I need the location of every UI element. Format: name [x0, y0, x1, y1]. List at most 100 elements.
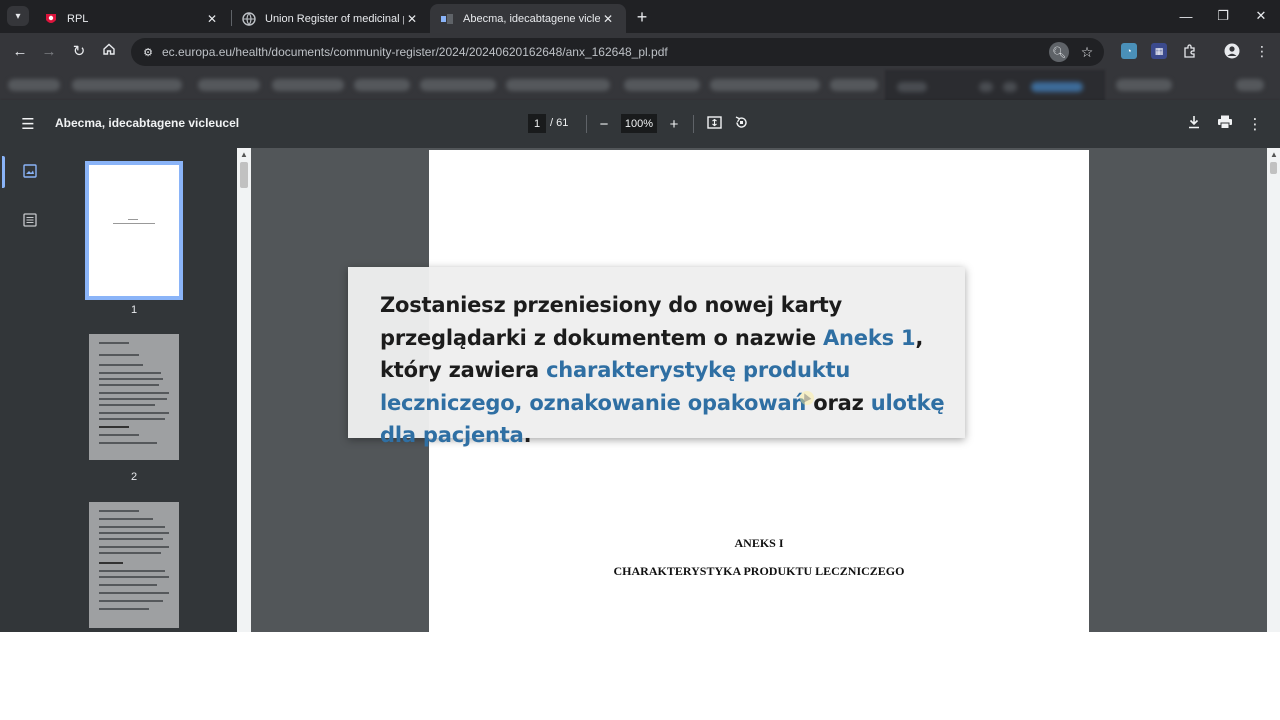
thumbnail-page-number: 2: [130, 471, 138, 483]
close-icon[interactable]: ✕: [600, 11, 616, 27]
restore-icon: ❐: [1217, 8, 1229, 23]
page-thumbnail-2[interactable]: [89, 334, 179, 460]
close-window-button[interactable]: ✕: [1251, 6, 1271, 26]
sidebar-toggle-button[interactable]: ☰: [18, 114, 38, 134]
profile-avatar-icon[interactable]: [1222, 41, 1242, 61]
mouse-cursor: [800, 391, 814, 405]
tab-rpl[interactable]: RPL ✕: [34, 4, 230, 33]
zoom-level-input[interactable]: 100%: [621, 114, 657, 133]
image-icon: [23, 163, 37, 181]
bookmark-item[interactable]: [710, 79, 820, 91]
tab-title: Abecma, idecabtagene vicleucel: [463, 12, 600, 25]
forward-button[interactable]: →: [39, 41, 59, 61]
extension-icon[interactable]: ▦: [1151, 43, 1167, 59]
toolbar-divider: [586, 115, 587, 133]
new-tab-button[interactable]: +: [632, 7, 652, 27]
pdf-sidebar-rail: [0, 148, 60, 632]
eagle-emblem-icon: [44, 12, 58, 26]
bookmark-item[interactable]: [198, 79, 260, 91]
caption-highlight-annex: Aneks 1: [822, 325, 916, 350]
scrollbar-thumb[interactable]: [1270, 162, 1277, 174]
bookmark-item[interactable]: [72, 79, 182, 91]
zoom-icon[interactable]: 🔍︎: [1049, 42, 1069, 62]
bookmark-item[interactable]: [1116, 79, 1172, 91]
zoom-out-button[interactable]: −: [594, 114, 614, 134]
thumbnail-page-number: 1: [130, 304, 138, 316]
print-icon: [1217, 115, 1233, 133]
print-button[interactable]: [1215, 114, 1235, 134]
hamburger-menu-icon: ☰: [21, 116, 35, 133]
main-scrollbar[interactable]: ▲: [1267, 148, 1280, 632]
bookmark-item[interactable]: [354, 79, 410, 91]
close-icon[interactable]: ✕: [204, 11, 220, 27]
outline-list-icon: [23, 212, 37, 230]
bookmark-item[interactable]: [624, 79, 700, 91]
close-icon[interactable]: ✕: [404, 11, 420, 27]
address-bar[interactable]: ⚙ ec.europa.eu/health/documents/communit…: [131, 38, 1104, 66]
caption-text: Zostaniesz przeniesiony do nowej karty p…: [380, 289, 965, 452]
bookmark-item[interactable]: [420, 79, 496, 91]
home-icon: [102, 42, 116, 60]
pdf-toolbar: ☰ Abecma, idecabtagene vicleucel 1 / 61 …: [0, 100, 1280, 148]
thumbnail-scrollbar[interactable]: ▲: [237, 148, 251, 632]
url-text: ec.europa.eu/health/documents/community-…: [162, 45, 668, 59]
tab-abecma-pdf[interactable]: Abecma, idecabtagene vicleucel ✕: [430, 4, 626, 33]
minimize-icon: —: [1179, 8, 1193, 24]
fit-to-page-icon: [706, 115, 722, 133]
download-button[interactable]: [1184, 114, 1204, 134]
toolbar-divider: [693, 115, 694, 133]
close-icon: ✕: [1255, 8, 1267, 23]
scroll-up-arrow-icon[interactable]: ▲: [240, 150, 248, 159]
instruction-caption: Zostaniesz przeniesiony do nowej karty p…: [348, 267, 965, 447]
menu-kebab-icon[interactable]: ⋮: [1252, 41, 1272, 61]
thumbnail-panel: 1 2: [60, 148, 237, 632]
tab-strip: ▾ RPL ✕ Union Register of medicinal prod…: [0, 0, 1280, 33]
bookmark-item[interactable]: [8, 79, 60, 91]
thumbnails-view-button[interactable]: [20, 162, 40, 182]
restore-button[interactable]: ❐: [1213, 6, 1233, 26]
tab-union-register[interactable]: Union Register of medicinal products ✕: [232, 4, 430, 33]
site-info-icon[interactable]: ⚙: [140, 44, 156, 60]
more-options-button[interactable]: ⋮: [1245, 114, 1265, 134]
fit-page-button[interactable]: [704, 114, 724, 134]
plus-icon: +: [636, 6, 648, 27]
download-icon: [1187, 115, 1201, 133]
minus-icon: −: [599, 115, 609, 133]
bookmark-item[interactable]: [272, 79, 344, 91]
caption-text-part: .: [523, 423, 532, 447]
page-thumbnail-3[interactable]: [89, 502, 179, 628]
tab-title: RPL: [67, 12, 89, 25]
zoom-in-button[interactable]: +: [664, 114, 684, 134]
back-button[interactable]: ←: [10, 41, 30, 61]
page-thumbnail-1[interactable]: [85, 161, 183, 300]
outline-view-button[interactable]: [20, 211, 40, 231]
bookmark-item[interactable]: [1236, 79, 1264, 91]
chevron-down-icon: ▾: [15, 10, 21, 22]
globe-icon: [242, 11, 256, 26]
tab-title: Union Register of medicinal products: [265, 12, 404, 25]
pdf-icon: [440, 12, 454, 26]
page-subheading: CHARAKTERYSTYKA PRODUKTU LECZNICZEGO: [613, 564, 905, 578]
rotate-icon: [734, 115, 749, 134]
page-number-input[interactable]: 1: [528, 114, 546, 133]
star-icon[interactable]: ☆: [1077, 42, 1097, 62]
caption-text-part: oraz: [806, 390, 871, 415]
home-button[interactable]: [99, 41, 119, 61]
reload-button[interactable]: ↻: [69, 41, 89, 61]
extension-clock-icon[interactable]: ◔: [1121, 43, 1137, 59]
plus-icon: +: [669, 115, 679, 133]
arrow-right-icon: →: [41, 42, 57, 60]
document-title: Abecma, idecabtagene vicleucel: [55, 116, 240, 130]
menu-kebab-icon: ⋮: [1247, 116, 1263, 133]
extensions-puzzle-icon[interactable]: [1179, 41, 1199, 61]
bookmark-item[interactable]: [830, 79, 878, 91]
browser-window: ▾ RPL ✕ Union Register of medicinal prod…: [0, 0, 1280, 632]
bookmark-item[interactable]: [506, 79, 610, 91]
minimize-button[interactable]: —: [1176, 6, 1196, 26]
arrow-left-icon: ←: [12, 42, 28, 60]
tab-search-button[interactable]: ▾: [7, 6, 29, 26]
rotate-button[interactable]: [731, 114, 751, 134]
scrollbar-thumb[interactable]: [240, 162, 248, 188]
caption-text-part: Zostaniesz przeniesiony do nowej karty p…: [380, 293, 843, 350]
scroll-up-arrow-icon[interactable]: ▲: [1270, 150, 1278, 159]
